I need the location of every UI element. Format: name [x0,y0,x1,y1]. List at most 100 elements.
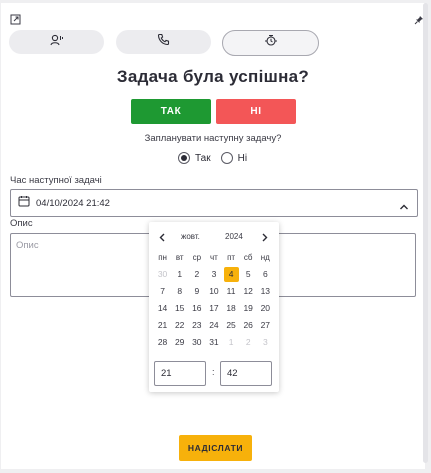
calendar-day-number: 24 [209,320,219,330]
calendar-day[interactable]: 1 [223,335,240,350]
calendar-day-number: 7 [160,286,165,296]
calendar-day-number: 8 [177,286,183,296]
weekday-row: пн вт ср чт пт сб нд [154,249,274,266]
weekday-label: пт [227,253,236,262]
calendar-day[interactable]: 7 [154,284,171,299]
calendar-day[interactable]: 5 [240,267,257,282]
no-button[interactable]: НІ [216,99,296,124]
calendar-day[interactable]: 10 [205,284,222,299]
calendar-day-number: 14 [157,303,168,313]
tab-reminder[interactable] [222,30,319,56]
calendar-day[interactable]: 3 [257,335,274,350]
calendar-day[interactable]: 16 [188,301,205,316]
calendar-week-row: 28 29 30 31 1 2 3 [154,334,274,351]
calendar-day[interactable]: 22 [171,318,188,333]
calendar-day-number: 18 [226,303,236,313]
calendar-day-number: 6 [262,269,268,279]
calendar-day[interactable]: 1 [171,267,188,282]
calendar-day[interactable]: 23 [188,318,205,333]
calendar-day[interactable]: 31 [205,335,222,350]
next-month-icon[interactable] [259,230,271,244]
calendar-day[interactable]: 13 [257,284,274,299]
calendar-day-number: 30 [157,269,168,279]
calendar-day[interactable]: 15 [171,301,188,316]
radio-yes[interactable] [178,152,190,164]
calendar-day-number: 31 [209,337,219,347]
external-link-icon[interactable] [10,14,22,26]
calendar-day[interactable]: 14 [154,301,171,316]
chevron-up-icon [399,198,409,216]
calendar-day[interactable]: 12 [240,284,257,299]
weekday-label: сб [243,253,253,262]
calendar-day-number: 21 [157,320,168,330]
prev-month-icon[interactable] [156,230,168,244]
minute-input[interactable]: 42 [220,361,272,386]
calendar-day-number: 9 [194,286,200,296]
schedule-radio-group: Так Ні [178,152,247,164]
calendar-day[interactable]: 6 [257,267,274,282]
description-label: Опис [10,218,33,229]
calendar-day-number: 20 [260,303,271,313]
calendar-day[interactable]: 8 [171,284,188,299]
yes-button[interactable]: ТАК [131,99,211,124]
time-separator: : [212,367,215,377]
calendar-day-number: 12 [243,286,253,296]
calendar-day[interactable]: 30 [154,267,171,282]
datepicker-year[interactable]: 2024 [225,232,243,241]
radio-no[interactable] [220,152,233,164]
user-voice-icon [49,33,64,51]
datepicker-header: жовт. 2024 [149,230,279,244]
next-task-label: Час наступної задачі [10,175,102,186]
tab-call[interactable] [116,30,211,54]
calendar-week-row: 14 15 16 17 18 19 20 [154,300,274,317]
calendar-day-number: 5 [245,269,251,279]
scrollbar[interactable] [423,3,428,463]
calendar-day[interactable]: 20 [257,301,274,316]
calendar-day[interactable]: 11 [223,284,240,299]
calendar-week-row: 30 1 2 3 4 5 6 [154,266,274,283]
calendar-day[interactable]: 18 [223,301,240,316]
calendar-week-row: 21 22 23 24 25 26 27 [154,317,274,334]
calendar-day[interactable]: 25 [223,318,240,333]
datepicker-time: 21 : 42 [154,361,274,387]
calendar-day[interactable]: 9 [188,284,205,299]
calendar-day[interactable]: 30 [188,335,205,350]
calendar-day[interactable]: 21 [154,318,171,333]
calendar-day-number: 13 [260,286,271,296]
calendar-day[interactable]: 26 [240,318,257,333]
weekday-label: пн [158,253,167,262]
calendar-day[interactable]: 29 [171,335,188,350]
calendar-day[interactable]: 17 [205,301,222,316]
calendar-day[interactable]: 24 [205,318,222,333]
calendar-day-number: 1 [228,337,234,347]
calendar-day-number: 28 [157,337,168,347]
calendar-day-number: 10 [209,286,219,296]
task-result-panel: Задача була успішна? ТАК НІ Запланувати … [1,3,425,469]
calendar-week-row: 7 8 9 10 11 12 13 [154,283,274,300]
weekday-label: вт [175,253,184,262]
calendar-icon [18,194,30,212]
calendar-day-number: 25 [226,320,236,330]
calendar-day[interactable]: 3 [205,267,222,282]
next-task-date-field[interactable]: 04/10/2024 21:42 [10,189,418,217]
calendar-day[interactable]: 2 [188,267,205,282]
calendar-day-number: 19 [243,303,253,313]
datepicker-month[interactable]: жовт. [181,232,200,241]
calendar-day-number: 17 [209,303,219,313]
calendar-day-number: 2 [245,337,251,347]
calendar-day-number: 16 [192,303,202,313]
weekday-label: ср [192,253,202,262]
radio-yes-label: Так [195,152,211,164]
calendar-day[interactable]: 27 [257,318,274,333]
submit-button[interactable]: НАДІСЛАТИ [179,435,252,461]
phone-icon [157,33,170,51]
hour-input[interactable]: 21 [154,361,206,386]
next-task-date-value: 04/10/2024 21:42 [36,197,110,209]
alarm-icon [264,34,278,52]
calendar-day[interactable]: 19 [240,301,257,316]
calendar-day[interactable]: 2 [240,335,257,350]
datepicker-popup: жовт. 2024 пн вт ср чт пт сб нд 30 1 2 3 4 5 6 7 8 9 10 11… [149,222,279,392]
tab-meeting[interactable] [9,30,104,54]
calendar-day[interactable]: 28 [154,335,171,350]
calendar-day-selected[interactable]: 4 [223,267,240,282]
